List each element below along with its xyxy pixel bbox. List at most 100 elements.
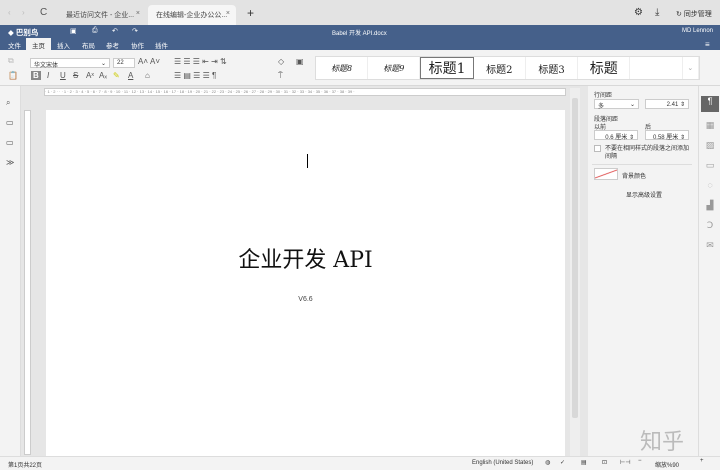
search-icon[interactable]: ⌕: [6, 98, 10, 108]
copy-icon[interactable]: ⧉: [8, 56, 14, 66]
sync-button[interactable]: ↻ 同步管理: [676, 9, 712, 19]
chat-icon[interactable]: ▭: [6, 138, 14, 147]
user-name[interactable]: MD Lennon: [682, 28, 713, 34]
font-name-select[interactable]: 华文宋体 ⌄: [30, 58, 110, 69]
style-heading1[interactable]: 标题1: [420, 57, 474, 79]
fit-page-icon[interactable]: ⊡: [602, 459, 607, 466]
sync-icon: ↻: [676, 11, 684, 18]
shrink-font-icon[interactable]: A˅: [150, 57, 160, 66]
paste-icon[interactable]: 📋: [8, 71, 18, 80]
background-color-picker[interactable]: [594, 168, 618, 180]
font-name-value: 华文宋体: [34, 63, 59, 69]
paragraph-icon[interactable]: ¶: [701, 96, 719, 112]
style-title[interactable]: 标题: [578, 57, 631, 79]
style-empty[interactable]: [630, 57, 683, 79]
shading-icon[interactable]: ⌂: [145, 71, 150, 80]
header-footer-icon[interactable]: ▭: [703, 160, 717, 172]
tab-collaborate[interactable]: 协作: [125, 38, 150, 50]
forward-icon[interactable]: ›: [22, 8, 25, 17]
style-heading3[interactable]: 标题3: [526, 57, 579, 79]
download-icon[interactable]: ⤓: [655, 7, 659, 18]
print-icon[interactable]: ⎙: [92, 27, 98, 35]
chart-icon[interactable]: ▟: [703, 200, 717, 212]
shape-icon[interactable]: ◌: [703, 180, 717, 192]
redo-icon[interactable]: ↷: [132, 27, 138, 35]
subscript-button[interactable]: Aₓ: [99, 71, 107, 80]
chevron-down-icon[interactable]: ⌄: [683, 57, 700, 79]
brand-logo: ◆ 巴别鸟: [8, 28, 39, 37]
close-icon[interactable]: ×: [226, 10, 230, 17]
save-icon[interactable]: ▣: [70, 27, 77, 35]
style-heading8[interactable]: 标题8: [316, 57, 369, 79]
back-icon[interactable]: ‹: [8, 8, 11, 17]
bullets-icon[interactable]: ☰ ☰ ☰ ⇤ ⇥ ⇅: [174, 57, 227, 66]
language-select[interactable]: English (United States): [472, 460, 533, 466]
document-title: Babel 开发 API.docx: [332, 31, 387, 37]
tab-references[interactable]: 参考: [100, 38, 125, 50]
zoom-level: 缩放%90: [655, 463, 680, 469]
document-version: V6.6: [298, 296, 313, 303]
zoom-in-button[interactable]: +: [700, 458, 704, 464]
insert-icon[interactable]: ▣: [296, 57, 304, 66]
horizontal-ruler[interactable]: · 1 · 2 · · · 1 · 2 · 3 · 4 · 5 · 6 · 7 …: [44, 88, 566, 96]
reload-icon[interactable]: C: [40, 7, 47, 18]
no-space-checkbox[interactable]: [594, 145, 601, 152]
tab-home[interactable]: 主页: [26, 38, 51, 50]
format-painter-icon[interactable]: ⍑: [278, 71, 283, 81]
grow-font-icon[interactable]: A˄: [138, 57, 148, 66]
browser-tab-active[interactable]: 在线编辑-企业办公公... ×: [148, 5, 236, 25]
textart-icon[interactable]: Ↄ: [703, 220, 717, 232]
font-color-icon[interactable]: A: [128, 71, 133, 80]
close-icon[interactable]: ×: [136, 10, 140, 17]
spellcheck-icon[interactable]: ▤: [581, 459, 587, 466]
table-icon[interactable]: ▦: [703, 120, 717, 132]
style-heading2[interactable]: 标题2: [474, 57, 526, 79]
paragraph-settings-panel: 行间距 多 ⌄ 2.41 ⇕ 段落间距 以前 后 0.6 厘米 ⇕ 0.58 厘米…: [588, 86, 698, 456]
image-icon[interactable]: ▨: [703, 140, 717, 152]
vertical-ruler[interactable]: [24, 110, 31, 455]
style-heading9[interactable]: 标题9: [368, 57, 421, 79]
line-spacing-mode-select[interactable]: 多 ⌄: [594, 99, 639, 110]
track-changes-icon[interactable]: ✓: [560, 459, 565, 466]
line-spacing-mode: 多: [598, 104, 605, 110]
ribbon-tabs: 文件 主页 插入 布局 参考 协作 插件 ≡: [0, 38, 720, 50]
tab-plugins[interactable]: 插件: [149, 38, 174, 50]
browser-tab[interactable]: 最近访问文件 - 企业... ×: [58, 5, 146, 25]
highlight-icon[interactable]: ✎: [113, 71, 120, 80]
globe-icon[interactable]: ◍: [545, 459, 550, 466]
vertical-scrollbar[interactable]: [570, 88, 580, 456]
undo-icon[interactable]: ↶: [112, 27, 118, 35]
document-page[interactable]: 企业开发 API V6.6: [46, 110, 565, 456]
menu-icon[interactable]: ≡: [705, 40, 710, 49]
underline-button[interactable]: U: [60, 71, 66, 80]
advanced-settings-link[interactable]: 显示高级设置: [626, 190, 662, 199]
tab-layout[interactable]: 布局: [76, 38, 101, 50]
zoom-out-button[interactable]: −: [638, 458, 642, 464]
spacing-after-input[interactable]: 0.58 厘米 ⇕: [645, 130, 689, 141]
gear-icon[interactable]: ⚙: [634, 7, 643, 18]
fit-width-icon[interactable]: ⊢⊣: [620, 459, 630, 466]
font-size-select[interactable]: 22: [113, 58, 135, 68]
tab-insert[interactable]: 插入: [51, 38, 76, 50]
comment-icon[interactable]: ▭: [6, 118, 14, 127]
strikethrough-button[interactable]: S: [73, 71, 78, 80]
navigation-icon[interactable]: ≫: [6, 158, 14, 167]
line-spacing-input[interactable]: 2.41 ⇕: [645, 99, 689, 109]
document-heading: 企业开发 API: [238, 248, 373, 273]
no-space-label: 不要在相同样式的段落之间添加间隔: [605, 146, 690, 160]
spacing-before-value: 0.6 厘米: [605, 135, 628, 141]
mail-merge-icon[interactable]: ✉: [703, 240, 717, 252]
line-spacing-value: 2.41: [666, 102, 679, 108]
spacing-before-input[interactable]: 0.6 厘米 ⇕: [594, 130, 638, 141]
italic-button[interactable]: I: [47, 71, 49, 80]
brand-name: 巴别鸟: [15, 28, 39, 37]
align-icons[interactable]: ☰ ▤ ☰ ☰ ¶: [174, 71, 216, 80]
superscript-button[interactable]: Aˣ: [86, 71, 94, 80]
style-gallery: 标题8 标题9 标题1 标题2 标题3 标题 ⌄: [315, 56, 700, 80]
bold-button[interactable]: B: [31, 71, 41, 80]
new-tab-icon[interactable]: +: [247, 6, 254, 20]
tab-file[interactable]: 文件: [2, 38, 27, 50]
divider: [592, 164, 692, 165]
font-size-value: 22: [117, 60, 124, 66]
clear-format-icon[interactable]: ◇: [278, 57, 284, 66]
